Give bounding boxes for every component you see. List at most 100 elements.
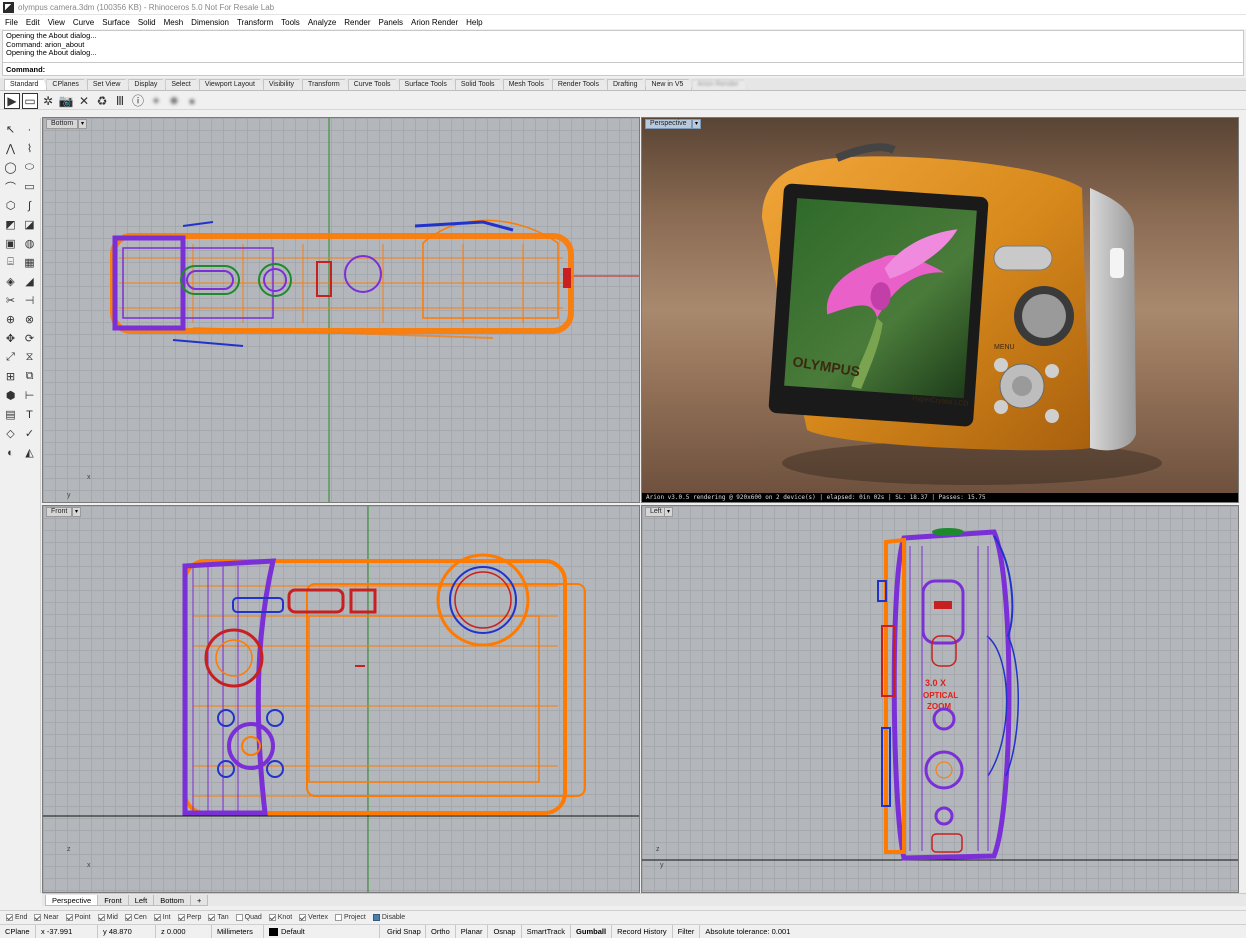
tab-transform[interactable]: Transform bbox=[302, 79, 349, 90]
viewport-menu-chevron-icon[interactable]: ▾ bbox=[72, 507, 81, 517]
sweep-icon[interactable]: ◪ bbox=[21, 216, 38, 233]
status-smarttrack[interactable]: SmartTrack bbox=[522, 924, 572, 938]
osnap-checkbox[interactable] bbox=[6, 913, 13, 921]
osnap-cen[interactable]: Cen bbox=[124, 913, 147, 921]
viewport-front[interactable]: Front ▾ x z bbox=[42, 505, 640, 893]
status-osnap[interactable]: Osnap bbox=[488, 924, 522, 938]
fillet-icon[interactable]: ◢ bbox=[21, 273, 38, 290]
menu-dimension[interactable]: Dimension bbox=[191, 18, 229, 27]
status-record-history[interactable]: Record History bbox=[612, 924, 673, 938]
osnap-checkbox[interactable] bbox=[299, 913, 307, 921]
camera-icon[interactable]: 📷 bbox=[58, 93, 74, 109]
tab-new-in-v5[interactable]: New in V5 bbox=[645, 79, 692, 90]
osnap-checkbox[interactable] bbox=[268, 913, 276, 921]
command-history[interactable]: Opening the About dialog... Command: ari… bbox=[2, 30, 1244, 63]
tab-surface-tools[interactable]: Surface Tools bbox=[399, 79, 456, 90]
render-icon[interactable]: ◐ bbox=[2, 444, 19, 461]
osnap-tan[interactable]: Tan bbox=[208, 913, 229, 921]
status-gumball[interactable]: Gumball bbox=[571, 924, 613, 938]
osnap-quad[interactable]: Quad bbox=[235, 913, 262, 921]
tab-mesh-tools[interactable]: Mesh Tools bbox=[503, 79, 553, 90]
viewport-tab-left[interactable]: Left bbox=[127, 895, 155, 906]
osnap-checkbox[interactable] bbox=[208, 913, 216, 921]
menu-render[interactable]: Render bbox=[344, 18, 370, 27]
menu-tools[interactable]: Tools bbox=[281, 18, 300, 27]
osnap-checkbox[interactable] bbox=[153, 913, 161, 921]
osnap-checkbox[interactable] bbox=[177, 913, 185, 921]
text-icon[interactable]: T bbox=[21, 406, 38, 423]
tab-select[interactable]: Select bbox=[165, 79, 199, 90]
menu-view[interactable]: View bbox=[48, 18, 65, 27]
viewport-perspective[interactable]: OLYMPUS HyperCrystal LCD MENU Perspectiv… bbox=[641, 117, 1239, 503]
menu-help[interactable]: Help bbox=[466, 18, 482, 27]
solid-box-icon[interactable]: ⬢ bbox=[2, 387, 19, 404]
array-icon[interactable]: ⊞ bbox=[2, 368, 19, 385]
osnap-project[interactable]: Project bbox=[335, 913, 366, 921]
menu-mesh[interactable]: Mesh bbox=[164, 18, 184, 27]
osnap-vertex[interactable]: Vertex bbox=[299, 913, 328, 921]
mesh-icon[interactable]: ▦ bbox=[21, 254, 38, 271]
status-filter[interactable]: Filter bbox=[673, 924, 701, 938]
osnap-int[interactable]: Int bbox=[153, 913, 171, 921]
status-layer[interactable]: Default bbox=[264, 924, 380, 938]
osnap-near[interactable]: Near bbox=[34, 913, 59, 921]
osnap-perp[interactable]: Perp bbox=[177, 913, 201, 921]
tab-drafting[interactable]: Drafting bbox=[607, 79, 647, 90]
move-icon[interactable]: ✥ bbox=[2, 330, 19, 347]
split-icon[interactable]: ⊣ bbox=[21, 292, 38, 309]
menu-analyze[interactable]: Analyze bbox=[308, 18, 336, 27]
osnap-checkbox[interactable] bbox=[124, 913, 132, 921]
tools-icon[interactable]: ✕ bbox=[76, 93, 92, 109]
menu-arion-render[interactable]: Arion Render bbox=[411, 18, 458, 27]
mirror-icon[interactable]: ⧖ bbox=[21, 349, 38, 366]
offset-icon[interactable]: ⧉ bbox=[21, 368, 38, 385]
command-prompt-input[interactable]: Command: bbox=[2, 63, 1244, 76]
viewport-label-front[interactable]: Front bbox=[46, 507, 73, 517]
menu-panels[interactable]: Panels bbox=[379, 18, 403, 27]
point-icon[interactable]: · bbox=[21, 121, 38, 138]
info-icon[interactable]: ⓘ bbox=[130, 93, 146, 109]
menu-edit[interactable]: Edit bbox=[26, 18, 40, 27]
tab-viewport-layout[interactable]: Viewport Layout bbox=[199, 79, 264, 90]
viewport-tab-bottom[interactable]: Bottom bbox=[153, 895, 191, 906]
viewport-menu-chevron-icon[interactable]: ▾ bbox=[78, 119, 87, 129]
dimension-icon[interactable]: ⊢ bbox=[21, 387, 38, 404]
library-icon[interactable]: Ⅲ bbox=[112, 93, 128, 109]
viewport-tab-front[interactable]: Front bbox=[97, 895, 129, 906]
viewport-tab-perspective[interactable]: Perspective bbox=[45, 895, 99, 906]
osnap-checkbox[interactable] bbox=[372, 913, 380, 921]
tab-visibility[interactable]: Visibility bbox=[263, 79, 303, 90]
material-icon[interactable]: ◭ bbox=[21, 444, 38, 461]
tab-arion-render[interactable]: Arion Render bbox=[691, 79, 747, 90]
rotate-icon[interactable]: ⟳ bbox=[21, 330, 38, 347]
circle-icon[interactable]: ◯ bbox=[2, 159, 19, 176]
menu-solid[interactable]: Solid bbox=[138, 18, 156, 27]
polyline-icon[interactable]: ⋀ bbox=[2, 140, 19, 157]
freeform-curve-icon[interactable]: ∫ bbox=[21, 197, 38, 214]
tab-render-tools[interactable]: Render Tools bbox=[552, 79, 608, 90]
osnap-checkbox[interactable] bbox=[34, 913, 42, 921]
osnap-checkbox[interactable] bbox=[65, 913, 73, 921]
blurred-tool-icon[interactable]: ✹ bbox=[166, 93, 182, 109]
tab-solid-tools[interactable]: Solid Tools bbox=[455, 79, 504, 90]
blurred-tool-icon[interactable]: ✦ bbox=[148, 93, 164, 109]
rectangle-icon[interactable]: ▭ bbox=[21, 178, 38, 195]
osnap-checkbox[interactable] bbox=[235, 913, 243, 921]
polygon-icon[interactable]: ⬡ bbox=[2, 197, 19, 214]
tab-cplanes[interactable]: CPlanes bbox=[46, 79, 87, 90]
osnap-checkbox[interactable] bbox=[335, 913, 343, 921]
viewport-left[interactable]: 3.0 X OPTICAL ZOOM Left ▾ y z bbox=[641, 505, 1239, 893]
ellipse-icon[interactable]: ⬭ bbox=[21, 159, 38, 176]
viewport-label-perspective[interactable]: Perspective bbox=[645, 119, 692, 129]
check-icon[interactable]: ✓ bbox=[21, 425, 38, 442]
recycle-icon[interactable]: ♻ bbox=[94, 93, 110, 109]
tab-set-view[interactable]: Set View bbox=[87, 79, 130, 90]
analyze-icon[interactable]: ◇ bbox=[2, 425, 19, 442]
menu-transform[interactable]: Transform bbox=[237, 18, 273, 27]
scale-icon[interactable]: ⤢ bbox=[2, 349, 19, 366]
arc-icon[interactable]: ⌒ bbox=[2, 178, 19, 195]
tab-display[interactable]: Display bbox=[128, 79, 166, 90]
surface-icon[interactable]: ◩ bbox=[2, 216, 19, 233]
status-ortho[interactable]: Ortho bbox=[426, 924, 456, 938]
viewport-menu-chevron-icon[interactable]: ▾ bbox=[664, 507, 673, 517]
